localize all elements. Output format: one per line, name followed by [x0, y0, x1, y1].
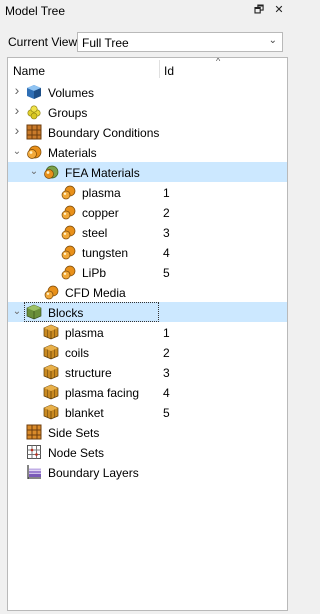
tree-item-id: 1	[163, 186, 170, 200]
tree-item[interactable]: › Volumes	[8, 82, 287, 102]
float-icon[interactable]: 🗗	[252, 3, 266, 17]
tree-item-id: 3	[163, 226, 170, 240]
tree-item[interactable]: plasma 1	[8, 322, 287, 342]
tree-item-label: coils	[65, 346, 90, 360]
tree-item-label: structure	[65, 366, 112, 380]
panel-title: Model Tree	[5, 4, 66, 18]
tree-item[interactable]: structure 3	[8, 362, 287, 382]
tree-item-label: Volumes	[48, 86, 95, 100]
tree-item[interactable]: plasma facing 4	[8, 382, 287, 402]
block-icon	[43, 324, 59, 340]
tree-item-label: Boundary Conditions	[48, 126, 160, 140]
tree-item[interactable]: ⌄ Blocks	[8, 302, 287, 322]
sort-ascending-icon: ^	[216, 57, 221, 66]
current-view-select[interactable]: Full Tree ⌄	[77, 32, 283, 52]
tree-item-label: Node Sets	[48, 446, 105, 460]
material-icon	[43, 284, 59, 300]
material-icon	[60, 184, 76, 200]
materials-icon	[26, 144, 42, 160]
tree-item[interactable]: blanket 5	[8, 402, 287, 422]
volume-cube-icon	[26, 84, 42, 100]
material-icon	[60, 224, 76, 240]
tree-item-label: plasma	[65, 326, 104, 340]
tree-item[interactable]: coils 2	[8, 342, 287, 362]
tree-item[interactable]: Node Sets	[8, 442, 287, 462]
chevron-down-icon[interactable]: ⌄	[269, 35, 277, 46]
tree-item[interactable]: steel 3	[8, 222, 287, 242]
focus-rectangle	[24, 302, 159, 322]
tree-item-id: 5	[163, 406, 170, 420]
model-tree[interactable]: Name ^ Id › Volumes › Groups › Boundary Condi…	[7, 57, 288, 611]
collapsed-chevron-icon[interactable]: ›	[12, 83, 22, 97]
block-icon	[43, 404, 59, 420]
tree-item[interactable]: Boundary Layers	[8, 462, 287, 482]
tree-item-label: plasma facing	[65, 386, 140, 400]
column-header-id[interactable]: Id	[164, 64, 174, 78]
tree-item-label: blanket	[65, 406, 104, 420]
close-icon[interactable]: ✕	[272, 3, 286, 17]
tree-item-label: Groups	[48, 106, 88, 120]
tree-header: Name ^ Id	[8, 58, 287, 80]
expanded-chevron-icon[interactable]: ⌄	[12, 305, 22, 319]
tree-item-id: 1	[163, 326, 170, 340]
tree-item[interactable]: ⌄ FEA Materials	[8, 162, 287, 182]
side-sets-icon	[26, 424, 42, 440]
tree-item-label: steel	[82, 226, 108, 240]
tree-item-id: 3	[163, 366, 170, 380]
current-view-row: Current View Full Tree ⌄	[0, 30, 295, 54]
boundary-layers-icon	[26, 464, 42, 480]
groups-icon	[26, 104, 42, 120]
panel-titlebar: Model Tree 🗗 ✕	[0, 0, 295, 22]
expanded-chevron-icon[interactable]: ⌄	[12, 145, 22, 159]
block-icon	[43, 384, 59, 400]
fea-materials-icon	[43, 164, 59, 180]
tree-item-id: 2	[163, 346, 170, 360]
tree-item[interactable]: ⌄ Materials	[8, 142, 287, 162]
collapsed-chevron-icon[interactable]: ›	[12, 103, 22, 117]
tree-item-id: 2	[163, 206, 170, 220]
column-header-name[interactable]: Name	[13, 64, 45, 78]
collapsed-chevron-icon[interactable]: ›	[12, 123, 22, 137]
material-icon	[60, 244, 76, 260]
tree-item[interactable]: LiPb 5	[8, 262, 287, 282]
tree-item-label: tungsten	[82, 246, 129, 260]
current-view-value: Full Tree	[82, 36, 129, 50]
tree-item-label: Boundary Layers	[48, 466, 139, 480]
tree-item-id: 4	[163, 386, 170, 400]
tree-item-id: 4	[163, 246, 170, 260]
current-view-label: Current View	[8, 35, 78, 49]
tree-item-label: plasma	[82, 186, 121, 200]
tree-item[interactable]: plasma 1	[8, 182, 287, 202]
tree-item-label: Materials	[48, 146, 97, 160]
block-icon	[43, 364, 59, 380]
boundary-conditions-icon	[26, 124, 42, 140]
tree-item-label: CFD Media	[65, 286, 126, 300]
tree-item[interactable]: › Groups	[8, 102, 287, 122]
column-separator[interactable]	[159, 60, 160, 78]
node-sets-icon	[26, 444, 42, 460]
tree-item[interactable]: Side Sets	[8, 422, 287, 442]
tree-item[interactable]: tungsten 4	[8, 242, 287, 262]
material-icon	[60, 204, 76, 220]
tree-item-id: 5	[163, 266, 170, 280]
tree-item[interactable]: › Boundary Conditions	[8, 122, 287, 142]
tree-item-label: Side Sets	[48, 426, 100, 440]
tree-item-label: copper	[82, 206, 119, 220]
block-icon	[43, 344, 59, 360]
tree-item[interactable]: CFD Media	[8, 282, 287, 302]
expanded-chevron-icon[interactable]: ⌄	[29, 165, 39, 179]
tree-item-label: LiPb	[82, 266, 107, 280]
tree-item[interactable]: copper 2	[8, 202, 287, 222]
material-icon	[60, 264, 76, 280]
tree-item-label: FEA Materials	[65, 166, 140, 180]
